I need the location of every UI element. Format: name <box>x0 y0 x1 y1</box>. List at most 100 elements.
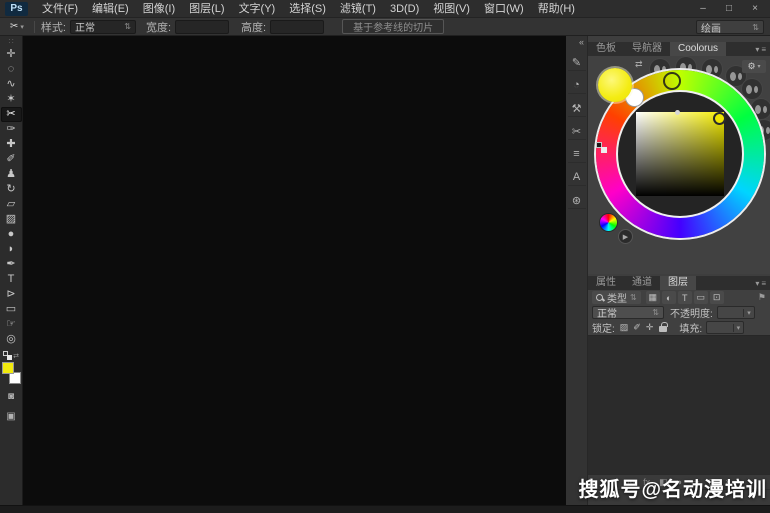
coolorus-panel: 色板 导航器 Coolorus ▾ ≡ ⚙ ▾ ⇄ ▶ <box>588 42 770 274</box>
menu-layer[interactable]: 图层(L) <box>182 0 231 18</box>
menu-file[interactable]: 文件(F) <box>35 0 85 18</box>
menu-view[interactable]: 视图(V) <box>426 0 477 18</box>
caret-down-icon: ▾ <box>20 23 24 31</box>
width-input[interactable] <box>175 19 230 34</box>
menu-3d[interactable]: 3D(D) <box>383 0 426 18</box>
expand-panels-icon[interactable]: « <box>579 36 587 48</box>
lasso-tool-button[interactable]: ∿ <box>1 77 22 92</box>
active-tool-badge[interactable]: ✂ ▾ <box>6 21 28 32</box>
blend-mode-select[interactable]: 正常 ⇅ <box>592 306 664 320</box>
foreground-color-swatch[interactable] <box>1 362 14 374</box>
caret-down-icon: ▾ <box>743 308 751 317</box>
workspace-select-value: 绘画 <box>701 23 721 35</box>
filter-pixel-layers-icon[interactable]: ▦ <box>645 291 660 304</box>
hand-tool-button[interactable]: ☞ <box>1 317 22 332</box>
tool-presets-panel-icon[interactable]: ⚒ <box>567 100 586 117</box>
character-panel-icon[interactable]: A <box>567 169 586 186</box>
fill-input[interactable]: ▾ <box>706 321 745 334</box>
shape-tool-button[interactable]: ▭ <box>1 302 22 317</box>
clone-stamp-tool-button[interactable]: ♟ <box>1 167 22 182</box>
default-colors-icon[interactable] <box>596 142 607 153</box>
menu-select[interactable]: 选择(S) <box>282 0 333 18</box>
lock-all-icon[interactable] <box>659 322 668 332</box>
menu-window[interactable]: 窗口(W) <box>477 0 531 18</box>
quick-mask-button[interactable]: ◙ <box>8 391 14 404</box>
swap-colors-icon[interactable]: ⇄ <box>635 59 643 70</box>
coolorus-tabbar: 色板 导航器 Coolorus ▾ ≡ <box>588 42 770 56</box>
opacity-label: 不透明度: <box>670 309 713 320</box>
filter-shape-layers-icon[interactable]: ▭ <box>693 291 708 304</box>
filter-adjustment-layers-icon[interactable]: ◐ <box>661 291 676 304</box>
tab-channels[interactable]: 通道 <box>624 276 660 290</box>
layer-filter-select[interactable]: 类型 ⇅ <box>592 291 641 305</box>
screen-mode-button[interactable]: ▣ <box>6 411 15 424</box>
lock-transparent-pixels-icon[interactable]: ▨ <box>620 322 629 333</box>
saturation-value-square[interactable] <box>636 112 724 196</box>
zoom-tool-button[interactable]: ◎ <box>1 332 22 347</box>
gradient-tool-button[interactable]: ▨ <box>1 212 22 227</box>
coolorus-foreground-swatch[interactable] <box>598 68 632 102</box>
lock-position-icon[interactable]: ✛ <box>646 322 654 333</box>
type-tool-button[interactable]: T <box>1 272 22 287</box>
default-colors-icon[interactable] <box>3 351 13 360</box>
marquee-tool-button[interactable]: ◌ <box>1 62 22 77</box>
coolorus-play-button[interactable]: ▶ <box>618 229 633 244</box>
adjustments-panel-icon[interactable]: ≡ <box>567 146 586 163</box>
blur-tool-button[interactable]: ● <box>1 227 22 242</box>
spot-healing-tool-button[interactable]: ✚ <box>1 137 22 152</box>
eyedropper-tool-button[interactable]: ✑ <box>1 122 22 137</box>
menu-help[interactable]: 帮助(H) <box>531 0 582 18</box>
close-button[interactable]: × <box>742 2 768 16</box>
slices-from-guides-button[interactable]: 基于参考线的切片 <box>342 19 445 34</box>
style-select[interactable]: 正常 ⇅ <box>69 19 136 34</box>
menu-image[interactable]: 图像(I) <box>136 0 182 18</box>
brush-settings-panel-icon[interactable]: ✎ <box>567 54 586 71</box>
tab-coolorus[interactable]: Coolorus <box>670 42 727 56</box>
swap-colors-icon[interactable]: ⇄ <box>13 352 19 360</box>
filter-toggle-icon[interactable]: ⚑ <box>758 292 766 303</box>
coolorus-settings-button[interactable]: ⚙ ▾ <box>742 60 766 73</box>
hue-marker[interactable] <box>663 72 681 90</box>
height-input[interactable] <box>270 19 325 34</box>
tab-properties[interactable]: 属性 <box>588 276 624 290</box>
canvas-area[interactable] <box>23 36 566 505</box>
eraser-tool-button[interactable]: ▱ <box>1 197 22 212</box>
panel-grip-icon[interactable]: ∷ <box>8 36 13 47</box>
coolorus-body: ⚙ ▾ ⇄ ▶ <box>588 56 770 274</box>
timeline-panel-icon[interactable]: ⊛ <box>567 192 586 209</box>
pen-tool-button[interactable]: ✒ <box>1 257 22 272</box>
opacity-input[interactable]: ▾ <box>716 306 755 319</box>
minimize-button[interactable]: – <box>690 2 716 16</box>
tab-swatches[interactable]: 色板 <box>588 42 624 56</box>
history-brush-tool-button[interactable]: ↻ <box>1 182 22 197</box>
clone-source-panel-icon[interactable]: ◔ <box>567 77 586 94</box>
history-brush-tool-icon: ↻ <box>6 183 16 195</box>
tools-panel: ∷ ✛ ◌ ∿ ✶ ✂ ✑ ✚ ✐ ♟ ↻ ▱ ▨ ● ◗ ✒ T ⊳ ▭ ☞ … <box>0 36 23 505</box>
layers-list[interactable] <box>588 335 770 475</box>
filter-smart-objects-icon[interactable]: ⊡ <box>709 291 724 304</box>
quick-selection-tool-button[interactable]: ✶ <box>1 92 22 107</box>
filter-type-layers-icon[interactable]: T <box>677 291 692 304</box>
menu-edit[interactable]: 编辑(E) <box>85 0 136 18</box>
maximize-button[interactable]: □ <box>716 2 742 16</box>
tab-layers[interactable]: 图层 <box>660 276 696 290</box>
move-tool-button[interactable]: ✛ <box>1 47 22 62</box>
panel-menu-icon[interactable]: ▾ ≡ <box>755 42 770 56</box>
zoom-tool-icon: ◎ <box>6 333 16 345</box>
caret-down-icon: ▾ <box>755 278 760 288</box>
rgb-wheel-toggle-icon[interactable] <box>600 214 617 231</box>
workspace-select[interactable]: 绘画 ⇅ <box>696 20 764 35</box>
menu-filter[interactable]: 滤镜(T) <box>333 0 383 18</box>
dodge-tool-button[interactable]: ◗ <box>1 242 22 257</box>
menu-type[interactable]: 文字(Y) <box>232 0 283 18</box>
color-picker-marker[interactable] <box>713 112 726 125</box>
tab-navigator[interactable]: 导航器 <box>624 42 670 56</box>
harmony-tetrad-icon[interactable] <box>742 79 762 99</box>
lock-image-pixels-icon[interactable]: ✐ <box>633 322 641 333</box>
slice-tool-button[interactable]: ✂ <box>0 107 22 122</box>
shape-tool-icon: ▭ <box>5 303 17 315</box>
panel-menu-icon[interactable]: ▾ ≡ <box>755 276 770 290</box>
measurement-panel-icon[interactable]: ✂ <box>567 123 586 140</box>
brush-tool-button[interactable]: ✐ <box>1 152 22 167</box>
path-selection-tool-button[interactable]: ⊳ <box>1 287 22 302</box>
